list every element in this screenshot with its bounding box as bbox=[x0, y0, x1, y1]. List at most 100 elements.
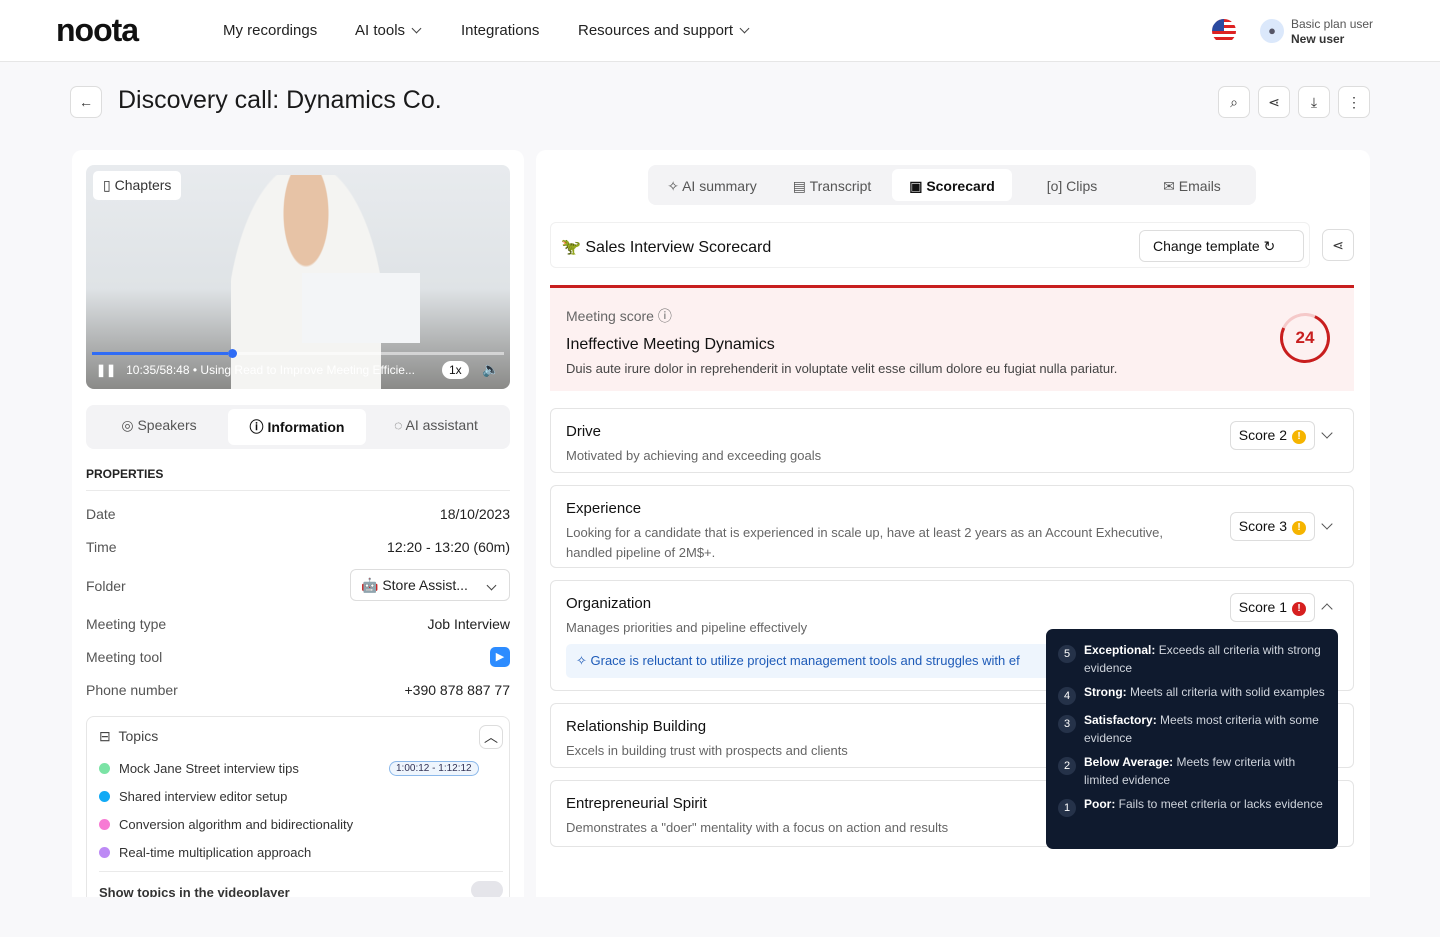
criterion-drive[interactable]: Drive Motivated by achieving and exceedi… bbox=[550, 408, 1354, 473]
tab-label: AI assistant bbox=[405, 417, 478, 433]
chevron-down-icon[interactable] bbox=[1321, 427, 1333, 439]
criterion-name: Relationship Building bbox=[566, 718, 707, 735]
meeting-headline: Ineffective Meeting Dynamics bbox=[566, 336, 775, 353]
topic-item[interactable]: Real-time multiplication approach bbox=[99, 845, 311, 860]
topic-label: Shared interview editor setup bbox=[119, 789, 288, 804]
topic-time-badge[interactable]: 1:00:12 - 1:12:12 bbox=[389, 761, 479, 776]
tooltip-text: Satisfactory: Meets most criteria with s… bbox=[1084, 711, 1326, 747]
tab-ai-summary[interactable]: ✧ AI summary bbox=[652, 169, 772, 201]
clipboard-check-icon: ▣ bbox=[909, 178, 927, 194]
info-icon[interactable]: ⓘ bbox=[658, 308, 672, 324]
tooltip-item: 5 Exceptional: Exceeds all criteria with … bbox=[1058, 641, 1326, 677]
back-button[interactable]: ← bbox=[70, 86, 102, 118]
nav-my-recordings[interactable]: My recordings bbox=[223, 22, 317, 39]
level-title: Strong: bbox=[1084, 685, 1127, 699]
left-tabs: ◎ Speakers ⓘ Information ◌ AI assistant bbox=[86, 405, 510, 449]
search-button[interactable]: ⌕ bbox=[1218, 86, 1250, 118]
score-badge[interactable]: Score 3! bbox=[1229, 512, 1315, 541]
meeting-score-label: Meeting score ⓘ bbox=[566, 306, 672, 326]
folder-emoji-icon: 🤖 bbox=[361, 577, 383, 593]
mail-icon: ✉ bbox=[1163, 178, 1179, 194]
scorecard-title-text: Sales Interview Scorecard bbox=[585, 239, 772, 256]
warning-icon: ! bbox=[1292, 521, 1306, 535]
property-value: +390 878 887 77 bbox=[404, 682, 511, 698]
chevron-up-icon[interactable] bbox=[1321, 603, 1333, 615]
download-icon: ⤓ bbox=[1310, 93, 1318, 110]
nav-ai-tools[interactable]: AI tools bbox=[355, 22, 422, 39]
tab-scorecard[interactable]: ▣ Scorecard bbox=[892, 169, 1012, 201]
topic-label: Conversion algorithm and bidirectionalit… bbox=[119, 817, 354, 832]
more-vertical-icon: ⋮ bbox=[1347, 93, 1361, 110]
score-text: Score 2 bbox=[1238, 427, 1287, 443]
video-player[interactable]: ▯ Chapters ❚❚ 10:35/58:48 • Using Read t… bbox=[86, 165, 510, 389]
tab-ai-assistant[interactable]: ◌ AI assistant bbox=[366, 409, 506, 445]
video-time: 10:35/58:48 bbox=[126, 363, 190, 377]
topic-item[interactable]: Mock Jane Street interview tips bbox=[99, 761, 299, 776]
property-time: Time 12:20 - 13:20 (60m) bbox=[86, 539, 510, 555]
chevron-down-icon bbox=[486, 580, 497, 591]
chapters-button[interactable]: ▯ Chapters bbox=[93, 171, 182, 200]
progress-bar[interactable] bbox=[92, 349, 504, 358]
properties-heading: PROPERTIES bbox=[86, 467, 164, 481]
tab-label: Transcript bbox=[809, 178, 872, 194]
tab-clips[interactable]: [o] Clips bbox=[1012, 169, 1132, 201]
property-value: 12:20 - 13:20 (60m) bbox=[387, 539, 510, 555]
score-number: 1 bbox=[1058, 799, 1076, 817]
refresh-icon: ↻ bbox=[1263, 238, 1276, 254]
stack-icon: ⊟ bbox=[99, 728, 115, 744]
chevron-down-icon[interactable] bbox=[1321, 518, 1333, 530]
property-label: Meeting tool bbox=[86, 649, 163, 665]
speed-button[interactable]: 1x bbox=[442, 361, 469, 379]
nav-integrations[interactable]: Integrations bbox=[461, 22, 539, 39]
tab-speakers[interactable]: ◎ Speakers bbox=[90, 409, 228, 445]
tooltip-text: Poor: Fails to meet criteria or lacks ev… bbox=[1084, 795, 1323, 817]
more-button[interactable]: ⋮ bbox=[1338, 86, 1370, 118]
user-avatar[interactable]: ● bbox=[1260, 19, 1284, 43]
share-scorecard-button[interactable]: ⋖ bbox=[1322, 229, 1354, 261]
tab-information[interactable]: ⓘ Information bbox=[228, 409, 366, 445]
change-template-button[interactable]: Change template ↻ bbox=[1139, 230, 1304, 262]
topic-label: Real-time multiplication approach bbox=[119, 845, 312, 860]
level-title: Exceptional: bbox=[1084, 643, 1156, 657]
tooltip-item: 3 Satisfactory: Meets most criteria with … bbox=[1058, 711, 1326, 747]
topic-item[interactable]: Conversion algorithm and bidirectionalit… bbox=[99, 817, 353, 832]
level-title: Below Average: bbox=[1084, 755, 1174, 769]
book-icon: ▯ bbox=[103, 177, 115, 193]
download-button[interactable]: ⤓ bbox=[1298, 86, 1330, 118]
scorecard-header: 🦖 Sales Interview Scorecard Change templ… bbox=[550, 222, 1310, 268]
topic-item[interactable]: Shared interview editor setup bbox=[99, 789, 287, 804]
property-label: Folder bbox=[86, 578, 126, 594]
us-flag-language-icon[interactable] bbox=[1212, 19, 1236, 43]
score-number: 2 bbox=[1058, 757, 1076, 775]
evidence-text: Grace is reluctant to utilize project ma… bbox=[590, 653, 1020, 668]
criterion-description: Demonstrates a "doer" mentality with a f… bbox=[566, 820, 949, 835]
warning-icon: ! bbox=[1292, 430, 1306, 444]
property-value: 18/10/2023 bbox=[439, 506, 510, 522]
right-tabs: ✧ AI summary ▤ Transcript ▣ Scorecard [o… bbox=[648, 165, 1256, 205]
meeting-score-value: 24 bbox=[1295, 328, 1315, 347]
progress-handle[interactable] bbox=[227, 349, 237, 358]
chevron-down-icon bbox=[739, 23, 750, 34]
score-badge[interactable]: Score 1! bbox=[1229, 593, 1315, 622]
folder-select[interactable]: 🤖 Store Assist... bbox=[350, 569, 510, 601]
criterion-name: Drive bbox=[566, 423, 602, 440]
volume-icon[interactable]: 🔈 bbox=[482, 361, 499, 378]
tooltip-item: 4 Strong: Meets all criteria with solid e… bbox=[1058, 683, 1326, 705]
pause-icon[interactable]: ❚❚ bbox=[96, 363, 116, 377]
score-number: 4 bbox=[1058, 687, 1076, 705]
level-title: Satisfactory: bbox=[1084, 713, 1157, 727]
tab-emails[interactable]: ✉ Emails bbox=[1132, 169, 1252, 201]
share-button[interactable]: ⋖ bbox=[1258, 86, 1290, 118]
noota-logo[interactable]: noota bbox=[56, 12, 139, 49]
video-controls: ❚❚ 10:35/58:48 • Using Read to Improve M… bbox=[96, 363, 415, 377]
nav-resources[interactable]: Resources and support bbox=[578, 22, 750, 39]
tab-transcript[interactable]: ▤ Transcript bbox=[772, 169, 892, 201]
user-circle-icon: ◎ bbox=[121, 417, 138, 433]
tooltip-text: Strong: Meets all criteria with solid ex… bbox=[1084, 683, 1325, 705]
criterion-experience[interactable]: Experience Looking for a candidate that … bbox=[550, 485, 1354, 568]
collapse-topics-button[interactable]: ︿ bbox=[479, 725, 503, 749]
criterion-description: Motivated by achieving and exceeding goa… bbox=[566, 448, 822, 463]
error-icon: ! bbox=[1292, 602, 1306, 616]
score-badge[interactable]: Score 2! bbox=[1229, 421, 1315, 450]
page-bottom bbox=[0, 897, 1440, 937]
